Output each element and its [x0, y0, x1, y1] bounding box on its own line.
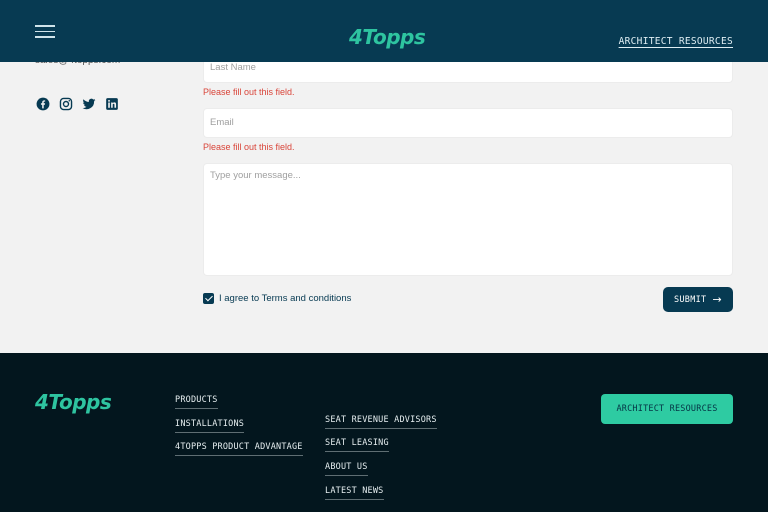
submit-label: SUBMIT: [673, 294, 707, 305]
site-footer: 4Topps PRODUCTS INSTALLATIONS 4TOPPS PRO…: [0, 353, 768, 512]
instagram-icon[interactable]: [59, 97, 73, 111]
terms-agreement[interactable]: I agree to Terms and conditions: [203, 293, 351, 304]
last-name-error: Please fill out this field.: [203, 87, 295, 97]
email-placeholder: Email: [210, 117, 234, 128]
message-placeholder: Type your message...: [210, 170, 301, 181]
footer-link-about-us[interactable]: ABOUT US: [325, 462, 368, 476]
submit-button[interactable]: SUBMIT →: [663, 287, 733, 312]
footer-link-product-advantage[interactable]: 4TOPPS PRODUCT ADVANTAGE: [175, 442, 303, 456]
footer-link-latest-news[interactable]: LATEST NEWS: [325, 486, 384, 500]
facebook-icon[interactable]: [36, 97, 50, 111]
arrow-right-icon: →: [712, 293, 723, 306]
twitter-icon[interactable]: [82, 97, 96, 111]
architect-resources-link[interactable]: ARCHITECT RESOURCES: [619, 36, 733, 47]
terms-label[interactable]: I agree to Terms and conditions: [219, 293, 351, 304]
menu-icon[interactable]: [35, 25, 55, 38]
message-textarea[interactable]: Type your message...: [203, 163, 733, 276]
linkedin-icon[interactable]: [105, 97, 119, 111]
email-error: Please fill out this field.: [203, 142, 295, 152]
last-name-placeholder: Last Name: [210, 62, 256, 73]
terms-checkbox[interactable]: [203, 293, 214, 304]
footer-link-installations[interactable]: INSTALLATIONS: [175, 419, 245, 433]
footer-logo[interactable]: 4Topps: [35, 392, 112, 412]
header-logo[interactable]: 4Topps: [349, 27, 426, 47]
footer-link-seat-leasing[interactable]: SEAT LEASING: [325, 438, 389, 452]
site-header: 4Topps ARCHITECT RESOURCES: [0, 0, 768, 62]
footer-link-products[interactable]: PRODUCTS: [175, 395, 218, 409]
email-field[interactable]: Email: [203, 108, 733, 138]
architect-resources-button[interactable]: ARCHITECT RESOURCES: [601, 394, 733, 424]
footer-link-seat-revenue-advisors[interactable]: SEAT REVENUE ADVISORS: [325, 415, 437, 429]
social-links: [36, 97, 119, 111]
